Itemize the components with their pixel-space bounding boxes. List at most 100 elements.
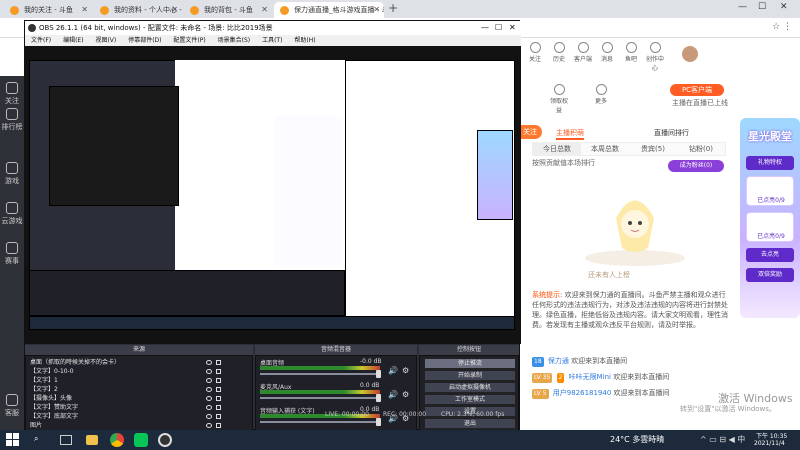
chat-username[interactable]: 用户9826181940: [553, 389, 612, 397]
start-virtual-camera-button[interactable]: 启动虚拟摄像机: [424, 382, 516, 393]
menu-view[interactable]: 视图(V): [95, 37, 116, 44]
eye-icon[interactable]: [206, 423, 212, 428]
close-icon[interactable]: ✕: [261, 2, 268, 18]
nav-message[interactable]: 消息: [596, 42, 618, 63]
sidebar-item-service[interactable]: 客服: [0, 394, 24, 418]
close-window-button[interactable]: ✕: [780, 2, 788, 12]
lock-icon[interactable]: [216, 360, 221, 365]
menu-tools[interactable]: 工具(T): [262, 37, 282, 44]
sidebar-item-cloud-game[interactable]: 云游戏: [0, 202, 24, 226]
menu-edit[interactable]: 编辑(E): [63, 37, 83, 44]
lock-icon[interactable]: [216, 414, 221, 419]
volume-slider[interactable]: [260, 373, 380, 375]
eye-icon[interactable]: [206, 387, 212, 392]
eye-icon[interactable]: [206, 405, 212, 410]
menu-file[interactable]: 文件(F): [31, 37, 51, 44]
rank-col-diamond[interactable]: 钻粉(0): [677, 143, 725, 155]
obs-maximize-button[interactable]: ☐: [495, 21, 502, 35]
sidebar-item-rank[interactable]: 排行榜: [0, 108, 24, 132]
sidebar-item-follow[interactable]: 关注: [0, 82, 24, 106]
gear-icon[interactable]: ⚙: [402, 366, 409, 375]
tab-room-rank[interactable]: 直播间排行: [654, 126, 689, 140]
eye-icon[interactable]: [206, 360, 212, 365]
rank-col-week[interactable]: 本周总数: [581, 143, 629, 155]
starlight-promo[interactable]: 星光殿堂 礼物特权 已点亮0/9 已点亮0/9 去点亮 双倍奖励: [740, 118, 800, 318]
lock-icon[interactable]: [216, 405, 221, 410]
stop-streaming-button[interactable]: 停止推流: [424, 358, 516, 369]
pc-client-button[interactable]: PC客户端: [670, 84, 724, 96]
menu-dock[interactable]: 停靠部件(D): [128, 37, 161, 44]
obs-close-button[interactable]: ✕: [509, 21, 516, 35]
eye-icon[interactable]: [206, 396, 212, 401]
menu-scene-collection[interactable]: 场景集合(S): [218, 37, 251, 44]
follow-tag[interactable]: 关注: [518, 125, 542, 139]
obs-minimize-button[interactable]: —: [481, 21, 489, 35]
minimize-button[interactable]: —: [738, 2, 747, 12]
clock-date[interactable]: 2021/11/4: [754, 440, 785, 447]
maximize-button[interactable]: ☐: [758, 2, 766, 12]
line-app-icon[interactable]: [134, 433, 148, 447]
nav-client[interactable]: 客户端: [572, 42, 594, 63]
speaker-icon[interactable]: 🔊: [388, 366, 398, 375]
clock-time[interactable]: 下午 10:35: [756, 431, 787, 440]
tray-icons[interactable]: ^ ▭ ⊟ ◀ 中: [700, 434, 745, 445]
eye-icon[interactable]: [206, 378, 212, 383]
eye-icon[interactable]: [206, 414, 212, 419]
nav-creator[interactable]: 创作中心: [644, 42, 666, 72]
nav-follow[interactable]: 关注: [524, 42, 546, 63]
weather-text[interactable]: 24°C 多雲時晴: [610, 434, 664, 445]
obs-preview[interactable]: [25, 46, 521, 344]
sidebar-item-game[interactable]: 游戏: [0, 162, 24, 186]
menu-help[interactable]: 帮助(H): [294, 37, 315, 44]
tab-anchor-rank[interactable]: 主播积萌: [556, 126, 584, 140]
close-icon[interactable]: ✕: [373, 2, 380, 18]
nav-history[interactable]: 历史: [548, 42, 570, 63]
lock-icon[interactable]: [216, 369, 221, 374]
studio-mode-button[interactable]: 工作室模式: [424, 394, 516, 405]
volume-knob[interactable]: [376, 394, 381, 402]
lock-icon[interactable]: [216, 423, 221, 428]
lock-icon[interactable]: [216, 387, 221, 392]
search-icon[interactable]: ⌕: [34, 434, 38, 444]
menu-profile[interactable]: 配置文件(P): [173, 37, 205, 44]
tab-backpack[interactable]: 我的背包 - 斗鱼 ✕: [184, 2, 272, 18]
start-recording-button[interactable]: 开始录制: [424, 370, 516, 381]
promo-light-button[interactable]: 去点亮: [746, 248, 794, 262]
chrome-icon[interactable]: [110, 433, 124, 447]
task-view-icon[interactable]: [60, 435, 72, 445]
chat-username[interactable]: 咔咔无限Mini: [569, 373, 611, 381]
obs-window[interactable]: OBS 26.1.1 (64 bit, windows) - 配置文件: 未命名…: [24, 20, 521, 431]
obs-titlebar[interactable]: OBS 26.1.1 (64 bit, windows) - 配置文件: 未命名…: [25, 21, 521, 35]
lock-icon[interactable]: [216, 378, 221, 383]
promo-gift-button[interactable]: 礼物特权: [746, 156, 794, 170]
eye-icon[interactable]: [206, 369, 212, 374]
windows-start-button[interactable]: [6, 433, 20, 447]
browser-menu-icon[interactable]: ☆ ⋮: [772, 22, 792, 32]
tab-profile[interactable]: 我的资料 - 个人中心 - 斗鱼✕: [94, 2, 182, 18]
claim-rights[interactable]: 领取权益: [548, 84, 570, 114]
speaker-icon[interactable]: 🔊: [388, 390, 398, 399]
become-fan-button[interactable]: 成为粉丝(0): [668, 160, 724, 172]
volume-slider[interactable]: [260, 397, 380, 399]
tab-live-room[interactable]: 保力通直播_格斗游戏直播 - 斗鱼直✕: [274, 2, 384, 18]
lock-icon[interactable]: [216, 396, 221, 401]
nav-fishbar[interactable]: 鱼吧: [620, 42, 642, 63]
tab-follow[interactable]: 我的关注 - 斗鱼 ✕: [4, 2, 92, 18]
file-explorer-icon[interactable]: [86, 435, 98, 445]
more-button[interactable]: 更多: [590, 84, 612, 105]
gear-icon[interactable]: ⚙: [402, 390, 409, 399]
promo-double-button[interactable]: 双倍奖励: [746, 268, 794, 282]
rank-col-today[interactable]: 今日总数: [533, 143, 581, 155]
rank-col-vip[interactable]: 贵宾(5): [629, 143, 677, 155]
promo-box-1[interactable]: 已点亮0/9: [746, 176, 794, 206]
volume-knob[interactable]: [376, 370, 381, 378]
chat-username[interactable]: 保力通: [548, 357, 569, 365]
close-icon[interactable]: ✕: [171, 2, 178, 18]
obs-app-icon[interactable]: [158, 433, 172, 447]
close-icon[interactable]: ✕: [81, 2, 88, 18]
promo-box-2[interactable]: 已点亮0/9: [746, 212, 794, 242]
sidebar-item-events[interactable]: 赛事: [0, 242, 24, 266]
volume-slider[interactable]: [260, 421, 380, 423]
avatar[interactable]: [682, 46, 698, 62]
new-tab-button[interactable]: +: [388, 1, 398, 15]
